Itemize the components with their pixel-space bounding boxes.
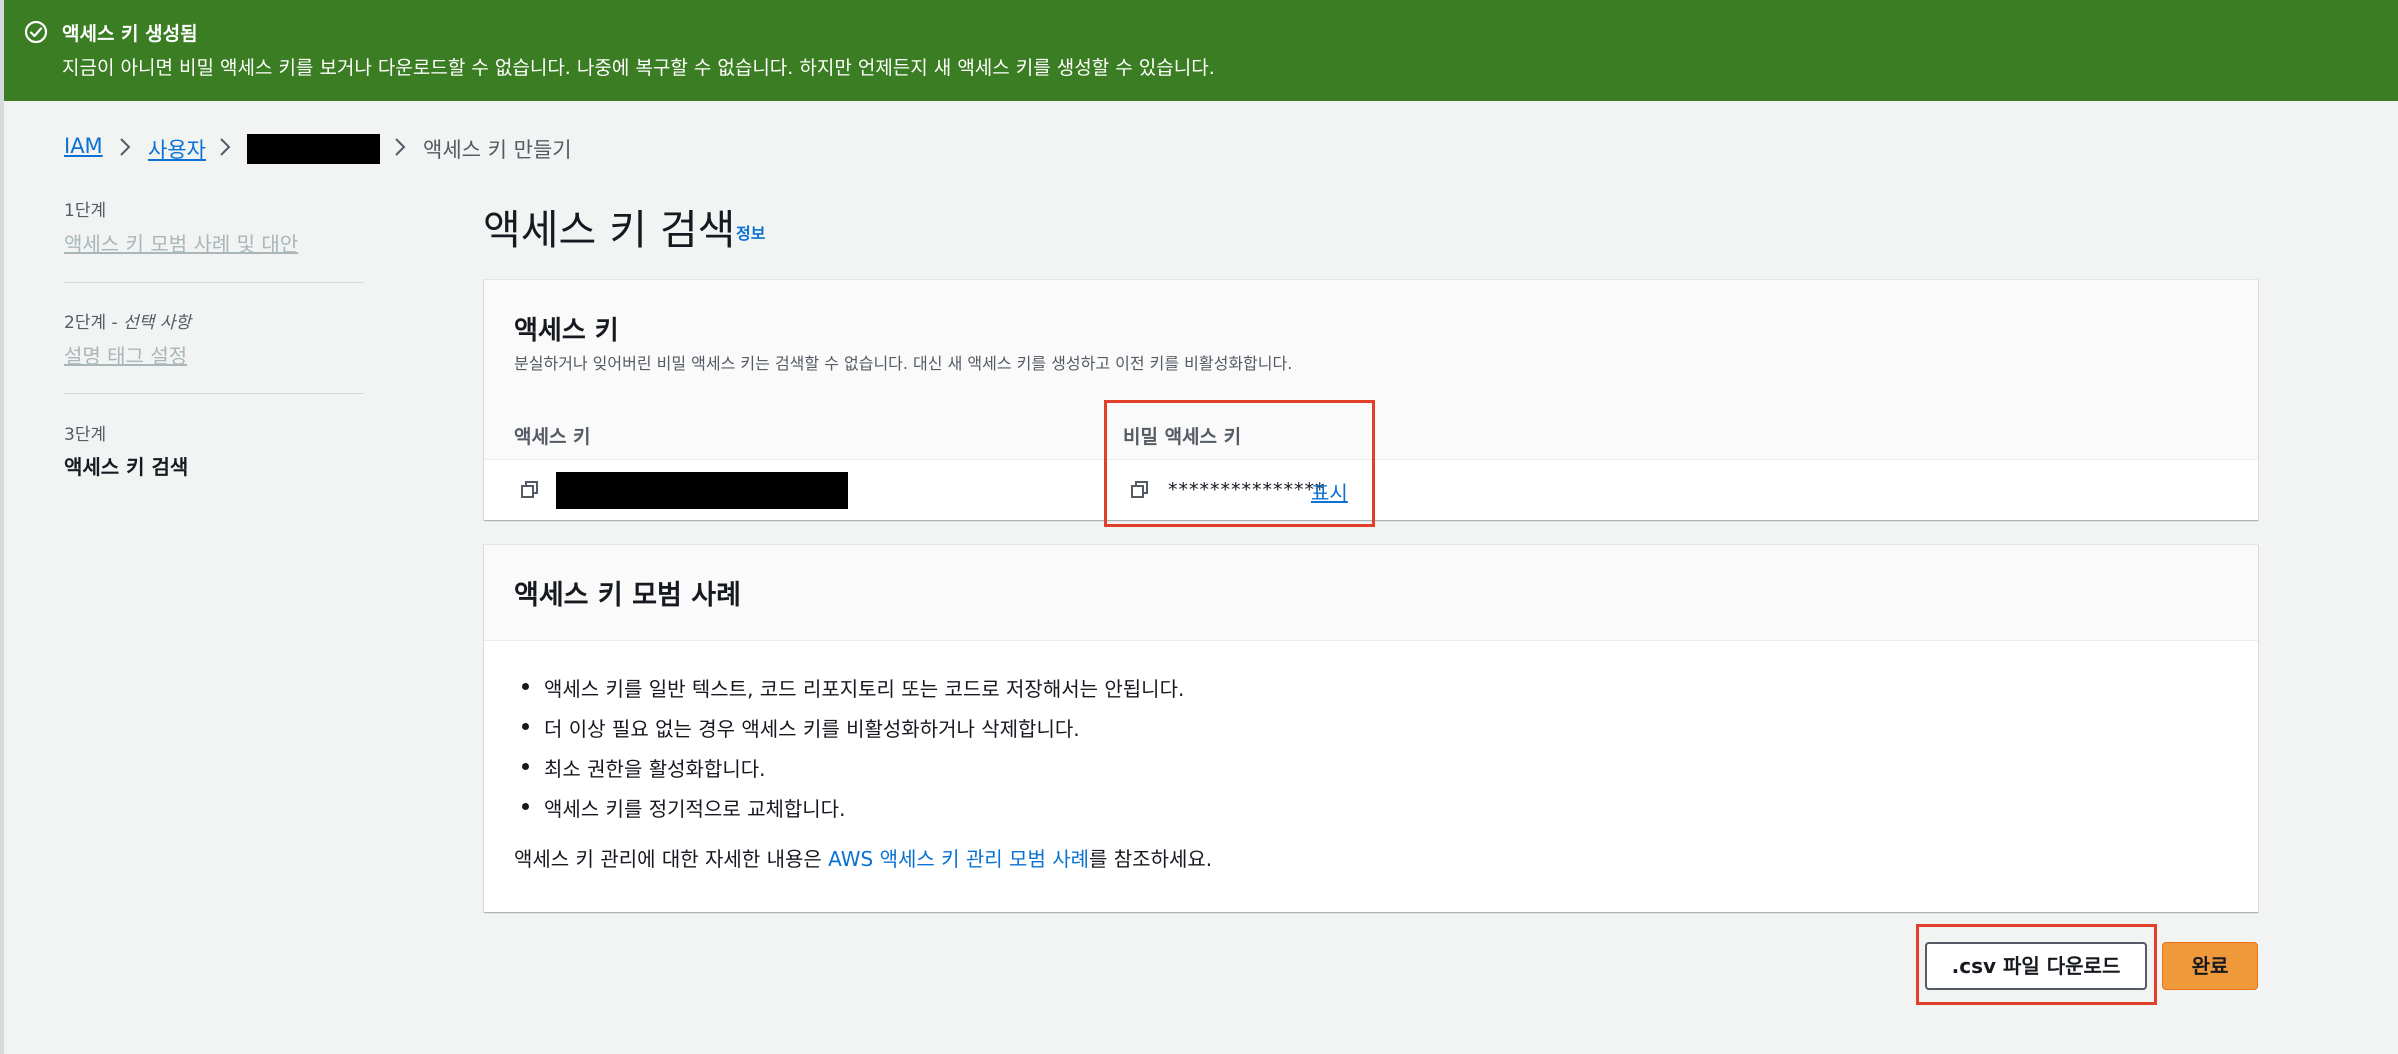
list-item: 최소 권한을 활성화합니다. — [514, 753, 1184, 793]
check-circle-icon — [24, 20, 48, 44]
step-2-link[interactable]: 설명 태그 설정 — [64, 340, 187, 369]
chevron-right-icon — [395, 138, 406, 156]
breadcrumb-username-redacted[interactable] — [247, 134, 380, 164]
step-1-link[interactable]: 액세스 키 모범 사례 및 대안 — [64, 228, 298, 257]
chevron-right-icon — [220, 138, 231, 156]
chevron-right-icon — [120, 138, 131, 156]
access-key-id-redacted — [556, 472, 848, 509]
step-divider — [64, 393, 364, 394]
list-item: 액세스 키를 일반 텍스트, 코드 리포지토리 또는 코드로 저장해서는 안됩니… — [514, 673, 1184, 713]
step-3-current: 액세스 키 검색 — [64, 455, 189, 479]
access-key-description: 분실하거나 잊어버린 비밀 액세스 키는 검색할 수 없습니다. 대신 새 액세… — [514, 354, 1293, 373]
step-divider — [64, 282, 364, 283]
step-2-optional: 선택 사항 — [123, 313, 192, 333]
best-practices-container: 액세스 키 모범 사례 액세스 키를 일반 텍스트, 코드 리포지토리 또는 코… — [484, 545, 2258, 912]
flash-title: 액세스 키 생성됨 — [62, 23, 198, 45]
best-practices-title: 액세스 키 모범 사례 — [514, 580, 741, 611]
step-3-number: 3단계 — [64, 425, 107, 445]
list-item: 액세스 키를 정기적으로 교체합니다. — [514, 793, 1184, 833]
flash-message: 지금이 아니면 비밀 액세스 키를 보거나 다운로드할 수 없습니다. 나중에 … — [62, 57, 1215, 79]
breadcrumb-users[interactable]: 사용자 — [148, 134, 206, 164]
access-key-title: 액세스 키 — [514, 316, 619, 346]
success-flash-banner: 액세스 키 생성됨 지금이 아니면 비밀 액세스 키를 보거나 다운로드할 수 … — [4, 0, 2398, 101]
column-access-key: 액세스 키 — [514, 426, 591, 448]
best-practices-doc-link[interactable]: AWS 액세스 키 관리 모범 사례 — [828, 847, 1089, 871]
info-link[interactable]: 정보 — [736, 220, 765, 244]
copy-icon[interactable] — [519, 479, 541, 501]
breadcrumb-current: 액세스 키 만들기 — [423, 138, 572, 162]
best-practices-list: 액세스 키를 일반 텍스트, 코드 리포지토리 또는 코드로 저장해서는 안됩니… — [514, 673, 1184, 833]
best-practices-header: 액세스 키 모범 사례 — [484, 545, 2258, 641]
best-practices-footer: 액세스 키 관리에 대한 자세한 내용은 AWS 액세스 키 관리 모범 사례를… — [514, 847, 1213, 871]
access-key-header: 액세스 키 분실하거나 잊어버린 비밀 액세스 키는 검색할 수 없습니다. 대… — [484, 280, 2258, 403]
page-title: 액세스 키 검색 — [483, 206, 736, 254]
step-1-number: 1단계 — [64, 201, 107, 221]
breadcrumb-iam[interactable]: IAM — [64, 134, 103, 158]
list-item: 더 이상 필요 없는 경우 액세스 키를 비활성화하거나 삭제합니다. — [514, 713, 1184, 753]
done-button[interactable]: 완료 — [2162, 942, 2258, 990]
download-csv-button[interactable]: .csv 파일 다운로드 — [1925, 942, 2147, 990]
step-2-number: 2단계 - 선택 사항 — [64, 313, 192, 333]
secret-key-highlight — [1104, 400, 1375, 527]
